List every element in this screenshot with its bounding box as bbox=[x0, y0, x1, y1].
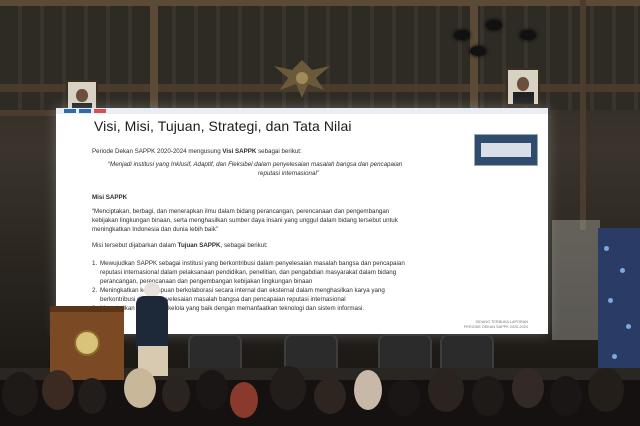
tujuan-item-number: 2. bbox=[92, 287, 98, 294]
tujuan-item-line: Mewujudkan SAPPK sebagai institusi yang … bbox=[100, 260, 405, 267]
roof-beam bbox=[580, 0, 586, 230]
auditorium-scene: Visi, Misi, Tujuan, Strategi, dan Tata N… bbox=[0, 0, 640, 426]
tujuan-item-line: reputasi internasional dalam pelaksanaan… bbox=[100, 269, 397, 276]
side-panel bbox=[552, 220, 600, 340]
stage-lamp bbox=[454, 30, 470, 40]
stage-lamp bbox=[486, 20, 502, 30]
audience bbox=[0, 366, 640, 426]
visi-quote-line: “Menjadi institusi yang Inklusif, Adapti… bbox=[108, 161, 403, 168]
tujuan-item-number: 1. bbox=[92, 260, 98, 267]
projection-screen: Visi, Misi, Tujuan, Strategi, dan Tata N… bbox=[56, 108, 548, 334]
period-tail: sebagai berikut: bbox=[258, 148, 302, 155]
period-line: Periode Dekan SAPPK 2020-2024 mengusung … bbox=[92, 148, 302, 155]
visi-label: Visi SAPPK bbox=[222, 148, 257, 155]
misi-heading: Misi SAPPK bbox=[92, 194, 128, 201]
itb-seal-icon bbox=[74, 330, 100, 356]
tujuan-intro: Misi tersebut dijabarkan dalam bbox=[92, 242, 176, 249]
speaker-video-thumbnail bbox=[474, 134, 538, 166]
stage-lamp bbox=[520, 30, 536, 40]
roof-beam bbox=[0, 110, 56, 116]
period-intro: Periode Dekan SAPPK 2020-2024 mengusung bbox=[92, 148, 221, 155]
misi-text-line: kebijakan lingkungan binaan, serta mengh… bbox=[92, 217, 398, 224]
visi-quote-line: reputasi internasional” bbox=[258, 170, 319, 177]
slide-footer: SIDANG TERBUKA LAPORAN PERIODE DEKAN SAP… bbox=[464, 320, 528, 330]
misi-text-line: “Menciptakan, berbagi, dan menerapkan il… bbox=[92, 208, 390, 215]
misi-text-line: meningkatkan Indonesia dan dunia lebih b… bbox=[92, 226, 218, 233]
institution-logos bbox=[64, 109, 106, 113]
footer-line: PERIODE DEKAN SAPPK 2020-2024 bbox=[463, 325, 528, 329]
tujuan-tail: , sebagai berikut: bbox=[220, 242, 268, 249]
garuda-emblem-icon bbox=[274, 60, 330, 98]
roof-beam bbox=[150, 0, 158, 110]
roof-beam bbox=[0, 0, 640, 6]
portrait-right bbox=[506, 68, 540, 106]
stage-lamp bbox=[470, 46, 486, 56]
tujuan-label: Tujuan SAPPK bbox=[177, 242, 221, 249]
tujuan-intro-line: Misi tersebut dijabarkan dalam Tujuan SA… bbox=[92, 242, 268, 249]
slide-title: Visi, Misi, Tujuan, Strategi, dan Tata N… bbox=[94, 118, 352, 134]
slide-top-bar bbox=[56, 108, 548, 114]
